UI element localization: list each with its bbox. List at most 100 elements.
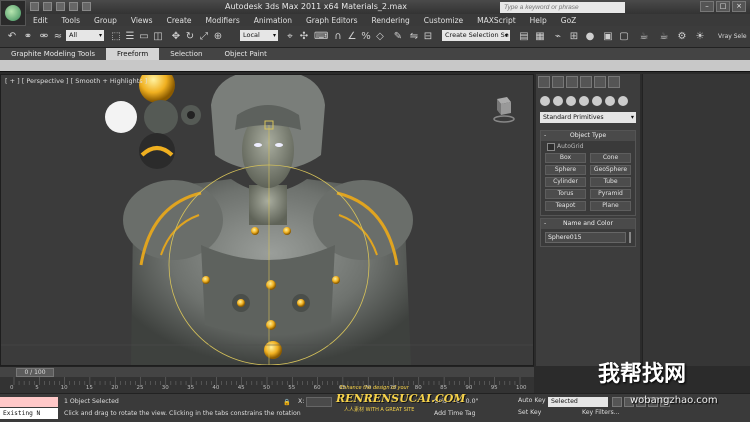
vray-selection-label[interactable]: Vray Sele bbox=[718, 33, 747, 40]
lock-selection-icon[interactable]: 🔒 bbox=[283, 398, 291, 406]
x-coordinate-field[interactable] bbox=[306, 397, 332, 407]
primitive-category-dropdown[interactable]: Standard Primitives ▾ bbox=[540, 112, 636, 123]
maxscript-listener-output[interactable] bbox=[0, 397, 58, 407]
search-input[interactable] bbox=[500, 2, 625, 13]
name-color-title[interactable]: Name and Color bbox=[541, 219, 635, 229]
new-file-icon[interactable] bbox=[30, 2, 39, 11]
key-filters-button[interactable]: Key Filters... bbox=[582, 409, 620, 416]
modify-tab-icon[interactable] bbox=[552, 76, 564, 88]
tube-button[interactable]: Tube bbox=[590, 177, 631, 187]
save-file-icon[interactable] bbox=[56, 2, 65, 11]
bind-space-warp-icon[interactable]: ≈ bbox=[52, 31, 64, 43]
geometry-icon[interactable] bbox=[540, 96, 550, 106]
spinner-snap-icon[interactable]: ◇ bbox=[374, 31, 386, 43]
layer-manager-icon[interactable]: ▤ bbox=[518, 31, 530, 43]
teapot-button[interactable]: Teapot bbox=[545, 201, 586, 211]
utilities-tab-icon[interactable] bbox=[608, 76, 620, 88]
goto-start-icon[interactable] bbox=[612, 397, 622, 407]
menu-maxscript[interactable]: MAXScript bbox=[470, 16, 523, 25]
add-time-tag[interactable]: Add Time Tag bbox=[434, 410, 476, 417]
menu-tools[interactable]: Tools bbox=[55, 16, 87, 25]
unlink-icon[interactable]: ⚮ bbox=[38, 31, 50, 43]
autogrid-checkbox[interactable]: AutoGrid bbox=[541, 141, 635, 152]
material-editor-icon[interactable]: ● bbox=[584, 31, 596, 43]
create-tab-icon[interactable] bbox=[538, 76, 550, 88]
tab-graphite-modeling-tools[interactable]: Graphite Modeling Tools bbox=[0, 48, 106, 60]
maxscript-listener-input[interactable]: Existing N bbox=[0, 408, 58, 419]
plane-button[interactable]: Plane bbox=[590, 201, 631, 211]
keyboard-shortcut-icon[interactable]: ⌨ bbox=[314, 31, 328, 43]
close-button[interactable]: × bbox=[732, 1, 746, 12]
reference-coordinate-dropdown[interactable]: Local ▾ bbox=[240, 30, 278, 41]
helpers-icon[interactable] bbox=[592, 96, 602, 106]
mirror-icon[interactable]: ⇋ bbox=[408, 31, 420, 43]
viewport-label[interactable]: [ + ] [ Perspective ] [ Smooth + Highlig… bbox=[5, 77, 147, 85]
hierarchy-tab-icon[interactable] bbox=[566, 76, 578, 88]
curve-editor-icon[interactable]: ⌁ bbox=[552, 31, 564, 43]
shapes-icon[interactable] bbox=[553, 96, 563, 106]
cone-button[interactable]: Cone bbox=[590, 153, 631, 163]
menu-rendering[interactable]: Rendering bbox=[364, 16, 416, 25]
perspective-viewport[interactable]: [ + ] [ Perspective ] [ Smooth + Highlig… bbox=[0, 74, 534, 366]
select-place-icon[interactable]: ⊕ bbox=[212, 31, 224, 43]
app-logo-icon[interactable] bbox=[0, 0, 26, 26]
menu-animation[interactable]: Animation bbox=[247, 16, 299, 25]
snap-3d-icon[interactable]: ∩ bbox=[332, 31, 344, 43]
select-manipulate-icon[interactable]: ✣ bbox=[298, 31, 310, 43]
rotate-icon[interactable]: ↻ bbox=[184, 31, 196, 43]
object-color-swatch[interactable] bbox=[629, 232, 631, 243]
menu-modifiers[interactable]: Modifiers bbox=[199, 16, 247, 25]
vray-light-icon[interactable]: ☀ bbox=[694, 31, 706, 43]
undo-icon[interactable]: ↶ bbox=[6, 31, 18, 43]
rendered-frame-icon[interactable]: ▢ bbox=[618, 31, 630, 43]
schematic-view-icon[interactable]: ⊞ bbox=[568, 31, 580, 43]
key-set-dropdown[interactable]: Selected bbox=[548, 397, 608, 407]
menu-customize[interactable]: Customize bbox=[417, 16, 470, 25]
rect-selection-icon[interactable]: ▭ bbox=[138, 31, 150, 43]
cameras-icon[interactable] bbox=[579, 96, 589, 106]
cylinder-button[interactable]: Cylinder bbox=[545, 177, 586, 187]
pivot-center-icon[interactable]: ⌖ bbox=[284, 31, 296, 43]
lights-icon[interactable] bbox=[566, 96, 576, 106]
systems-icon[interactable] bbox=[618, 96, 628, 106]
render-production-icon[interactable]: ☕ bbox=[658, 31, 670, 43]
vray-gear-icon[interactable]: ⚙ bbox=[676, 31, 688, 43]
time-slider[interactable]: 0 / 100 bbox=[0, 366, 534, 377]
viewcube-icon[interactable] bbox=[493, 95, 515, 125]
menu-goz[interactable]: GoZ bbox=[554, 16, 584, 25]
maximize-button[interactable]: □ bbox=[716, 1, 730, 12]
window-crossing-icon[interactable]: ◫ bbox=[152, 31, 164, 43]
named-selection-dropdown[interactable]: Create Selection Se ▾ bbox=[442, 30, 510, 41]
box-button[interactable]: Box bbox=[545, 153, 586, 163]
link-icon[interactable]: ⚭ bbox=[22, 31, 34, 43]
display-tab-icon[interactable] bbox=[594, 76, 606, 88]
object-type-title[interactable]: Object Type bbox=[541, 131, 635, 141]
set-key-button[interactable]: Set Key bbox=[518, 409, 541, 416]
object-name-input[interactable] bbox=[545, 232, 626, 243]
sphere-button[interactable]: Sphere bbox=[545, 165, 586, 175]
angle-snap-icon[interactable]: ∠ bbox=[346, 31, 358, 43]
torus-button[interactable]: Torus bbox=[545, 189, 586, 199]
selection-filter-dropdown[interactable]: All ▾ bbox=[66, 30, 104, 41]
menu-create[interactable]: Create bbox=[160, 16, 199, 25]
motion-tab-icon[interactable] bbox=[580, 76, 592, 88]
tab-object-paint[interactable]: Object Paint bbox=[213, 48, 277, 60]
percent-snap-icon[interactable]: % bbox=[360, 31, 372, 43]
pyramid-button[interactable]: Pyramid bbox=[590, 189, 631, 199]
time-slider-thumb[interactable]: 0 / 100 bbox=[16, 368, 54, 377]
menu-graph-editors[interactable]: Graph Editors bbox=[299, 16, 365, 25]
geosphere-button[interactable]: GeoSphere bbox=[590, 165, 631, 175]
render-icon[interactable]: ☕ bbox=[638, 31, 650, 43]
align-icon[interactable]: ⊟ bbox=[422, 31, 434, 43]
space-warps-icon[interactable] bbox=[605, 96, 615, 106]
track-bar[interactable]: 0 5 10 15 20 25 30 35 40 45 50 55 60 65 70 75 80 85 90 95 10… bbox=[0, 377, 534, 393]
graphite-toggle-icon[interactable]: ▦ bbox=[534, 31, 546, 43]
open-file-icon[interactable] bbox=[43, 2, 52, 11]
edit-named-selection-icon[interactable]: ✎ bbox=[392, 31, 404, 43]
scale-icon[interactable]: ⤢ bbox=[198, 31, 210, 43]
undo-icon[interactable] bbox=[69, 2, 78, 11]
move-icon[interactable]: ✥ bbox=[170, 31, 182, 43]
auto-key-button[interactable]: Auto Key bbox=[518, 397, 546, 404]
menu-views[interactable]: Views bbox=[124, 16, 160, 25]
tab-selection[interactable]: Selection bbox=[159, 48, 213, 60]
